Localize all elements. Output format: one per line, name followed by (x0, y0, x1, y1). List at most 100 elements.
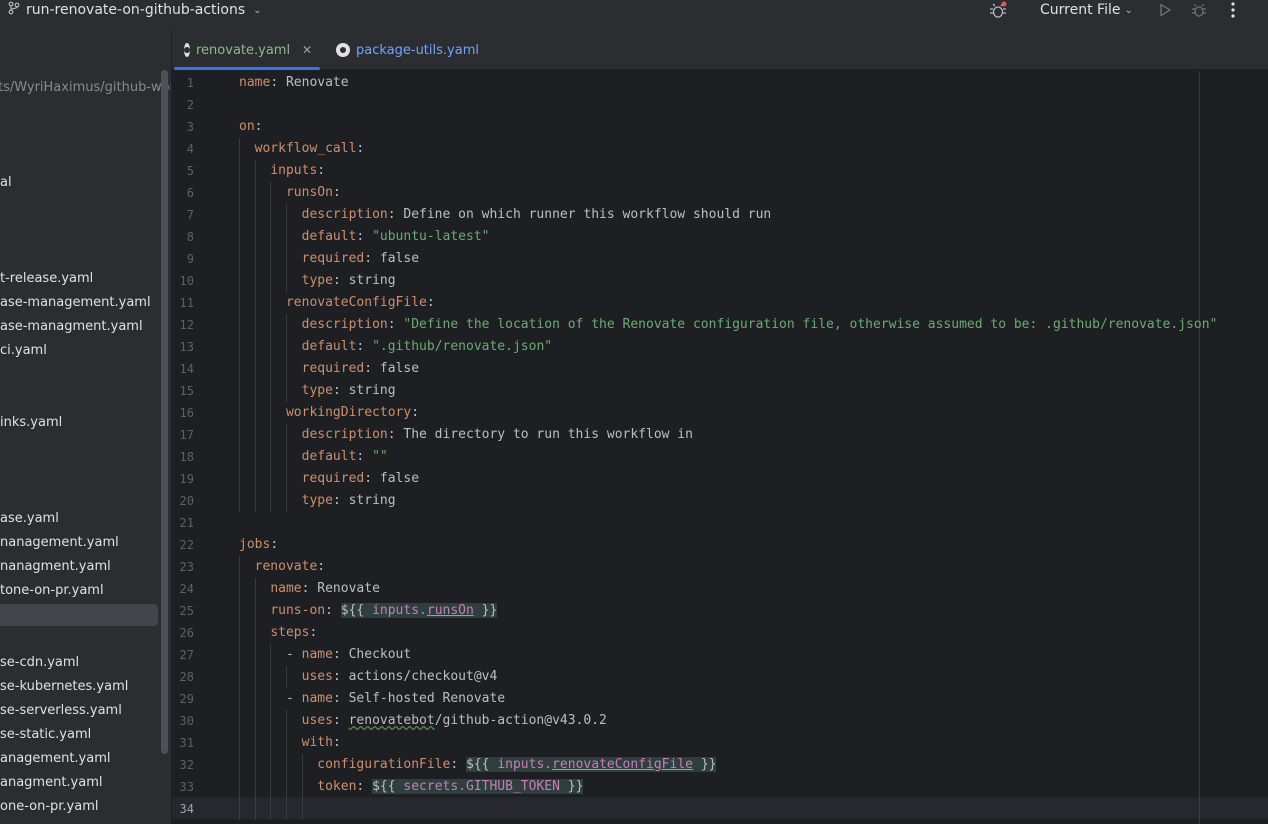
yaml-key: with (301, 735, 333, 750)
branch-selector[interactable]: run-renovate-on-github-actions ⌄ (8, 0, 262, 20)
yaml-value: string (348, 273, 396, 288)
tree-item[interactable]: se-kubernetes.yaml (0, 676, 128, 698)
yaml-value: /github-action@v43.0.2 (434, 713, 607, 728)
indent-guide (301, 754, 303, 820)
yaml-separator: : (356, 141, 365, 156)
yaml-key: description (301, 427, 388, 442)
tree-item[interactable]: nanagement.yaml (0, 532, 119, 554)
code-line: default: "ubuntu-latest" (239, 226, 490, 248)
line-number: 34 (179, 802, 194, 816)
yaml-separator: : (364, 361, 380, 376)
project-path: ts/WyriHaximus/github-workflows (0, 80, 171, 95)
code-line: renovateConfigFile: (239, 292, 435, 314)
tree-item[interactable]: t-release.yaml (0, 268, 93, 290)
code-line: steps: (239, 622, 317, 644)
run-icon[interactable] (1154, 0, 1176, 20)
yaml-separator: : (387, 427, 404, 442)
tree-item[interactable]: se-cdn.yaml (0, 652, 79, 674)
yaml-separator: : (356, 229, 373, 244)
yaml-value: Renovate (317, 581, 380, 596)
line-number: 14 (179, 362, 194, 376)
code-line: type: string (239, 380, 396, 402)
run-configuration-selector[interactable]: Current File ⌄ (1040, 0, 1133, 20)
line-number: 29 (179, 692, 194, 706)
line-number: 9 (186, 252, 194, 266)
bug-icon[interactable] (986, 0, 1010, 20)
code-line: on: (239, 116, 262, 138)
tab-renovate-yaml[interactable]: renovate.yaml ✕ (172, 30, 322, 70)
yaml-separator: : (270, 75, 286, 90)
yaml-separator: : (317, 559, 326, 574)
code-editor[interactable]: 1 2 3 4 5 6 7 8 9 10 11 12 13 14 15 16 17 18 19 20 21 22 23 24 2… (172, 71, 1268, 824)
debug-icon[interactable] (1188, 0, 1210, 20)
tree-item[interactable]: anagement.yaml (0, 748, 111, 770)
yaml-value: Self-hosted Renovate (348, 691, 506, 706)
yaml-separator: : (332, 647, 349, 662)
project-tree[interactable]: ts/WyriHaximus/github-workflows al t-rel… (0, 30, 172, 824)
code-line: description: "Define the location of the… (239, 314, 1218, 336)
tree-item[interactable]: anagment.yaml (0, 772, 103, 794)
line-number: 22 (179, 538, 194, 552)
line-number: 18 (179, 450, 194, 464)
tree-item[interactable]: se-serverless.yaml (0, 700, 122, 722)
indent-guide (285, 710, 287, 820)
template-expression: ${{ inputs.renovateConfigFile }} (466, 757, 717, 772)
line-number: 27 (179, 648, 194, 662)
yaml-value: "" (372, 449, 388, 464)
indent-guide (285, 424, 287, 512)
title-bar: run-renovate-on-github-actions ⌄ Current… (0, 0, 1268, 30)
yaml-key: description (301, 207, 388, 222)
more-options-icon[interactable] (1222, 0, 1244, 20)
tree-item[interactable]: ase-management.yaml (0, 292, 151, 314)
tree-item[interactable]: ase.yaml (0, 508, 59, 530)
yaml-key: name (239, 75, 271, 90)
yaml-value: The directory to run this workflow in (403, 427, 693, 442)
yaml-value: "ubuntu-latest" (372, 229, 490, 244)
tree-item[interactable]: se-static.yaml (0, 724, 91, 746)
tree-item[interactable]: ase-managment.yaml (0, 316, 143, 338)
code-line: workflow_call: (239, 138, 365, 160)
selected-tree-row[interactable] (0, 604, 158, 626)
line-number: 12 (179, 318, 194, 332)
close-icon[interactable]: ✕ (302, 43, 312, 57)
yaml-key: uses (301, 713, 333, 728)
tree-item[interactable]: one-on-pr.yaml (0, 796, 98, 818)
line-number: 6 (186, 186, 194, 200)
code-line: inputs: (239, 160, 325, 182)
template-close: }} (473, 603, 498, 618)
yaml-separator: : (332, 383, 349, 398)
tree-item[interactable]: nanagment.yaml (0, 556, 111, 578)
line-number: 31 (179, 736, 194, 750)
tree-item[interactable]: al (0, 172, 12, 194)
yaml-separator: : (325, 603, 341, 618)
tab-label: renovate.yaml (196, 42, 291, 58)
line-number: 5 (186, 164, 194, 178)
sidebar-scrollbar[interactable] (161, 70, 168, 754)
tree-item[interactable]: tone-on-pr.yaml (0, 580, 104, 602)
yaml-key: steps (270, 625, 310, 640)
branch-name: run-renovate-on-github-actions (26, 2, 246, 18)
yaml-separator: : (411, 405, 420, 420)
tab-package-utils-yaml[interactable]: package-utils.yaml (324, 30, 491, 70)
template-close: }} (559, 779, 584, 794)
yaml-separator: : (332, 735, 341, 750)
line-number: 17 (179, 428, 194, 442)
yaml-value: Define on which runner this workflow sho… (403, 207, 772, 222)
line-number: 28 (179, 670, 194, 684)
tree-item[interactable]: ci.yaml (0, 340, 47, 362)
line-number: 20 (179, 494, 194, 508)
code-line: type: string (239, 490, 396, 512)
yaml-separator: : (332, 669, 349, 684)
yaml-separator: : (270, 537, 279, 552)
yaml-key: configurationFile (317, 757, 451, 772)
line-number: 30 (179, 714, 194, 728)
line-number: 7 (186, 208, 194, 222)
tree-item[interactable]: inks.yaml (0, 412, 62, 434)
code-line: description: Define on which runner this… (239, 204, 772, 226)
line-number: 10 (179, 274, 194, 288)
yaml-separator: : (301, 581, 318, 596)
